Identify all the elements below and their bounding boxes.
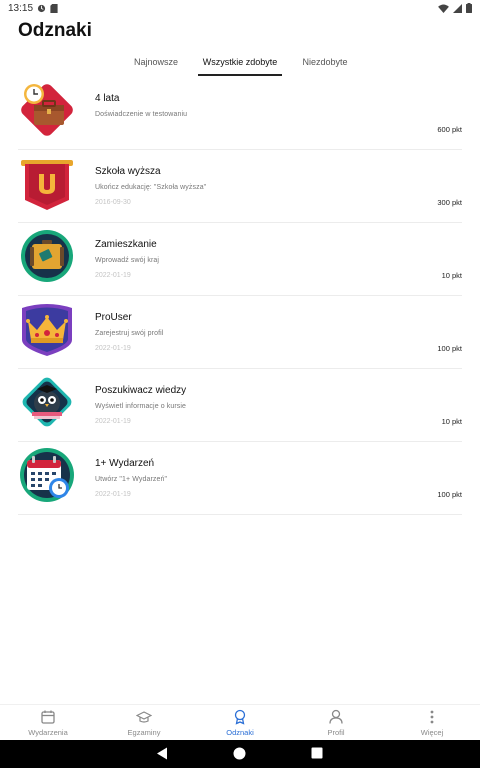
signal-icon [453, 3, 462, 13]
list-item[interactable]: Zamieszkanie Wprowadź swój kraj 2022-01-… [18, 223, 462, 296]
sync-icon [37, 4, 46, 12]
nav-label: Odznaki [226, 728, 254, 737]
list-item[interactable]: Poszukiwacz wiedzy Wyświetl informacje o… [18, 369, 462, 442]
recents-icon[interactable] [311, 747, 323, 759]
suitcase-icon [21, 230, 73, 282]
battery-icon [466, 3, 472, 13]
page-title: Odznaki [18, 20, 92, 41]
wifi-icon [438, 3, 449, 13]
badge-date: 2016-09-30 [95, 199, 131, 206]
badge-date: 2022-01-19 [95, 491, 131, 498]
sd-card-icon [50, 3, 58, 13]
badge-points: 100 pkt [437, 344, 462, 353]
list-item[interactable]: 4 lata Doświadczenie w testowaniu 600 pk… [18, 77, 462, 150]
nav-egzaminy[interactable]: Egzaminy [109, 709, 179, 739]
status-time: 13:15 [8, 2, 34, 14]
badge-description: Utwórz "1+ Wydarzeń" [95, 476, 168, 483]
badge-description: Wyświetl informacje o kursie [95, 403, 187, 410]
badge-points: 100 pkt [437, 490, 462, 499]
badge-title: Poszukiwacz wiedzy [95, 385, 187, 396]
badge-icon [234, 709, 246, 725]
badge-description: Zarejestruj swój profil [95, 330, 164, 337]
badge-title: Szkoła wyższa [95, 166, 161, 177]
badge-description: Ukończ edukację: "Szkoła wyższa" [95, 184, 207, 191]
badge-date: 2022-01-19 [95, 418, 131, 425]
badge-title: ProUser [95, 312, 132, 323]
badge-date: 2022-01-19 [95, 272, 131, 279]
person-icon [329, 709, 343, 724]
nav-wydarzenia[interactable]: Wydarzenia [13, 709, 83, 739]
badge-title: 1+ Wydarzeń [95, 458, 155, 469]
tab-wszystkie-zdobyte[interactable]: Wszystkie zdobyte [198, 54, 282, 76]
bottom-navigation: Wydarzenia Egzaminy Odznaki Profil Więce… [0, 704, 480, 740]
tab-niezdobyte[interactable]: Niezdobyte [298, 54, 352, 76]
list-item[interactable]: 1+ Wydarzeń Utwórz "1+ Wydarzeń" 2022-01… [18, 442, 462, 515]
graduation-cap-icon [136, 711, 152, 723]
briefcase-clock-icon [21, 84, 73, 136]
badge-description: Doświadczenie w testowaniu [95, 111, 188, 118]
owl-books-icon [22, 377, 72, 427]
nav-label: Egzaminy [127, 728, 161, 737]
calendar-clock-icon [20, 448, 74, 502]
tab-najnowsze[interactable]: Najnowsze [128, 54, 184, 76]
back-icon[interactable] [156, 747, 168, 760]
status-bar: 13:15 [0, 0, 480, 16]
nav-profil[interactable]: Profil [301, 709, 371, 739]
nav-odznaki[interactable]: Odznaki [205, 709, 275, 739]
nav-label: Więcej [420, 728, 444, 737]
home-icon[interactable] [233, 747, 246, 760]
university-banner-icon [21, 160, 73, 210]
badge-date: 2022-01-19 [95, 345, 131, 352]
crown-icon [22, 304, 72, 356]
nav-label: Profil [327, 728, 345, 737]
system-navigation-bar [0, 740, 480, 768]
badge-title: 4 lata [95, 93, 120, 104]
badge-points: 10 pkt [441, 417, 462, 426]
badge-description: Wprowadź swój kraj [95, 257, 160, 264]
badge-list: 4 lata Doświadczenie w testowaniu 600 pk… [0, 77, 480, 515]
badge-title: Zamieszkanie [95, 239, 157, 250]
nav-label: Wydarzenia [28, 728, 68, 737]
badge-points: 10 pkt [441, 271, 462, 280]
badge-points: 600 pkt [437, 125, 462, 134]
list-item[interactable]: Szkoła wyższa Ukończ edukację: "Szkoła w… [18, 150, 462, 223]
list-item[interactable]: ProUser Zarejestruj swój profil 2022-01-… [18, 296, 462, 369]
more-vertical-icon [430, 710, 434, 724]
calendar-icon [41, 710, 55, 724]
nav-wiecej[interactable]: Więcej [397, 709, 467, 739]
tab-bar: Najnowsze Wszystkie zdobyte Niezdobyte [0, 54, 480, 76]
badge-points: 300 pkt [437, 198, 462, 207]
